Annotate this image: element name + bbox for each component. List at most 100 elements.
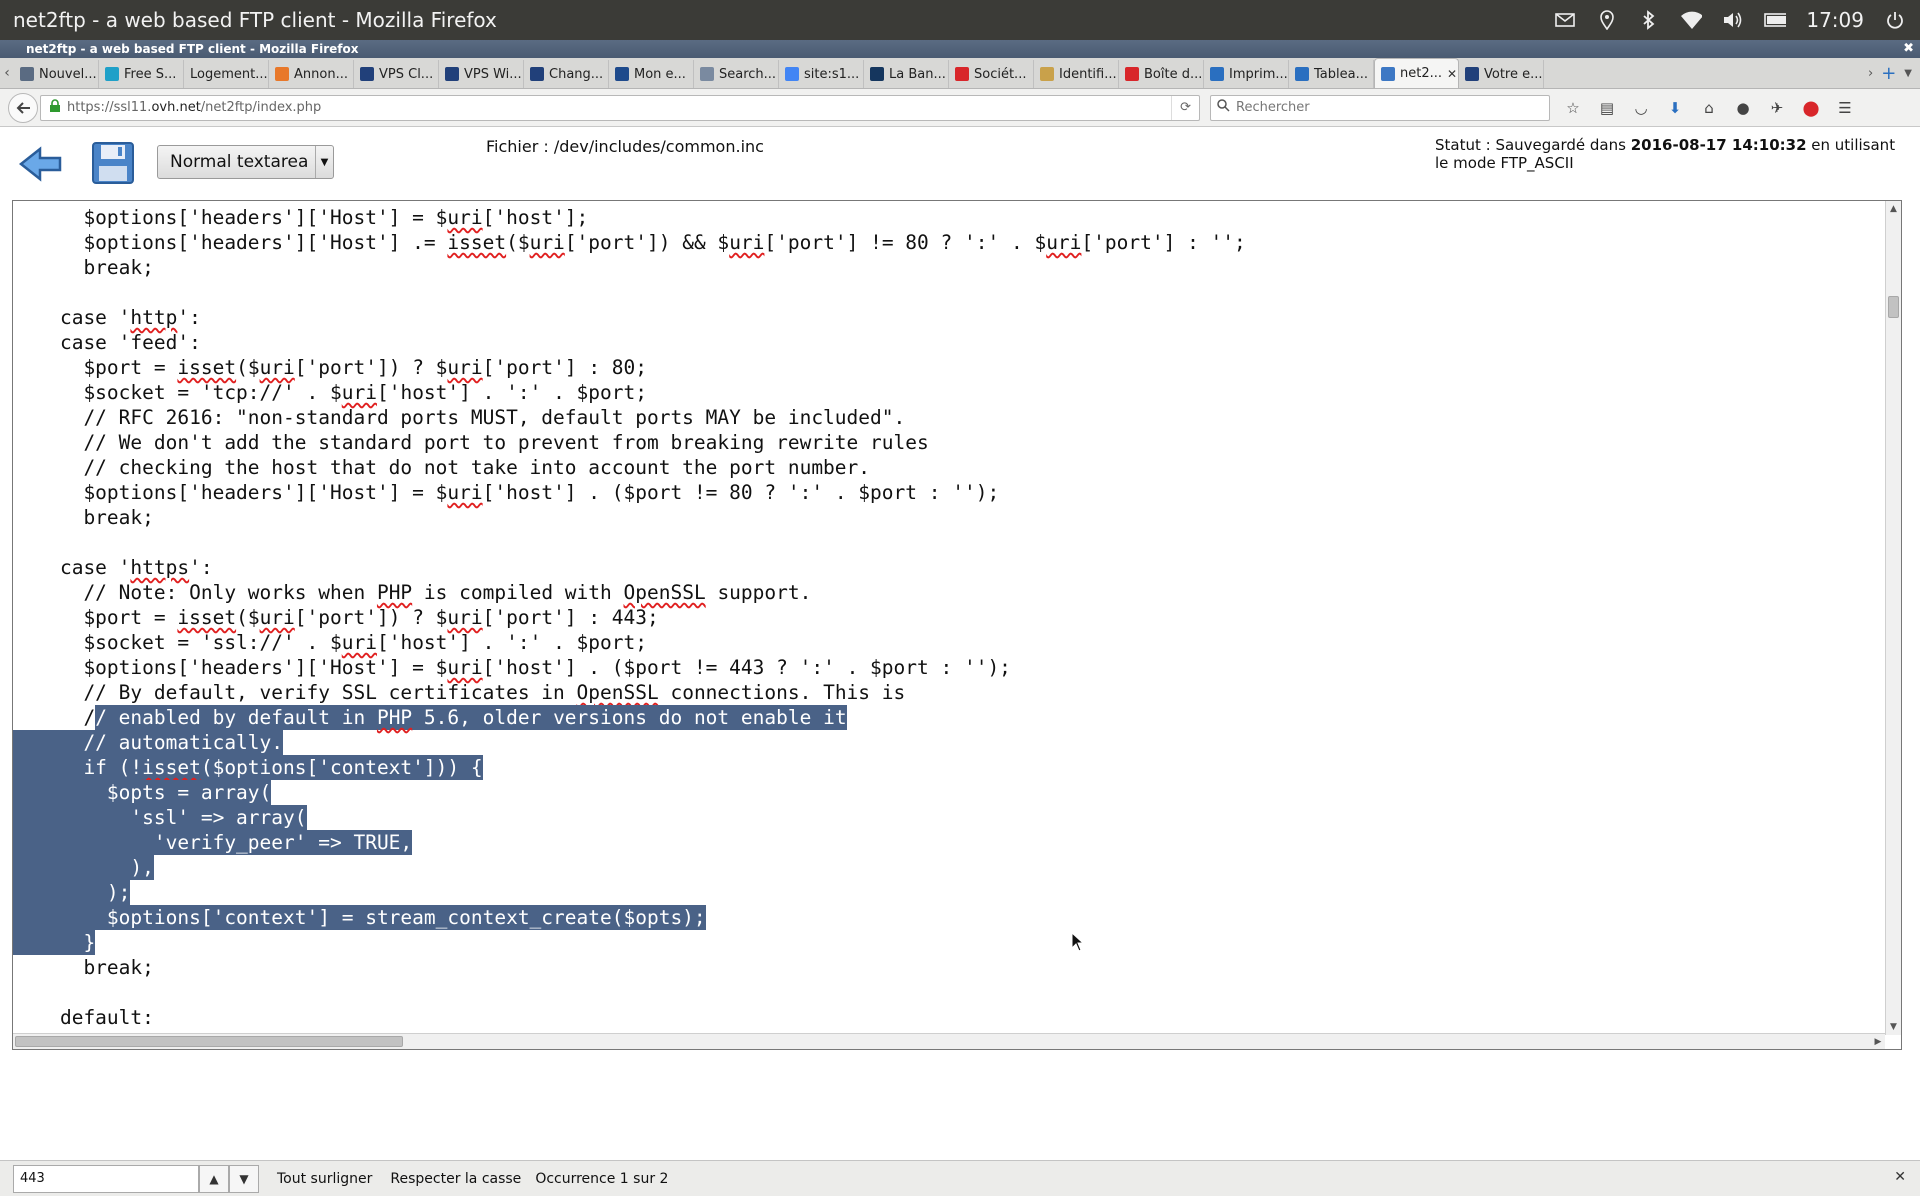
- firefox-title-strip: net2ftp - a web based FTP client - Mozil…: [0, 40, 1920, 58]
- menu-icon[interactable]: ☰: [1836, 99, 1854, 117]
- scroll-right-icon[interactable]: ▶: [1871, 1034, 1885, 1049]
- bank-icon: [615, 67, 629, 81]
- home-icon[interactable]: ⌂: [1700, 99, 1718, 117]
- print-icon: [1210, 67, 1224, 81]
- tab-10[interactable]: La Ban...: [864, 60, 949, 88]
- ovh-icon: [360, 67, 374, 81]
- wifi-icon[interactable]: [1680, 9, 1703, 31]
- adblock-icon[interactable]: ⬤: [1802, 99, 1820, 117]
- tab-label: Free S...: [124, 66, 177, 82]
- tab-8[interactable]: Search...: [694, 60, 779, 88]
- find-previous-button[interactable]: ▲: [199, 1164, 229, 1193]
- search-placeholder: Rechercher: [1236, 100, 1310, 115]
- file-path-label: Fichier : /dev/includes/common.inc: [486, 137, 764, 156]
- tab-11[interactable]: Sociét...: [949, 60, 1034, 88]
- find-input[interactable]: 443: [13, 1164, 199, 1193]
- tab-4[interactable]: VPS Cl...: [354, 60, 439, 88]
- url-bar[interactable]: https://ssl11.ovh.net/net2ftp/index.php …: [40, 94, 1200, 121]
- tab-7[interactable]: Mon e...: [609, 60, 694, 88]
- tab-2[interactable]: Logement...: [184, 60, 269, 88]
- tab-label: net2...: [1400, 66, 1443, 81]
- tab-scroll-left-icon[interactable]: ‹: [0, 58, 14, 88]
- volume-icon[interactable]: [1722, 9, 1744, 31]
- tab-0[interactable]: Nouvel...: [14, 60, 99, 88]
- code-line: );: [13, 880, 1883, 905]
- battery-icon[interactable]: [1764, 9, 1787, 31]
- close-icon[interactable]: ✕: [1894, 1169, 1906, 1185]
- horizontal-scrollbar[interactable]: ▶: [13, 1033, 1885, 1049]
- location-icon[interactable]: [1596, 9, 1618, 31]
- la-banque-icon: [870, 67, 884, 81]
- find-next-button[interactable]: ▼: [229, 1164, 259, 1193]
- code-line: // RFC 2616: "non-standard ports MUST, d…: [13, 406, 906, 429]
- tab-17[interactable]: Votre e...: [1459, 60, 1544, 88]
- tab-9[interactable]: site:s1...: [779, 60, 864, 88]
- save-floppy-icon[interactable]: [91, 141, 135, 185]
- selected-text: );: [13, 880, 131, 905]
- tab-1[interactable]: Free S...: [99, 60, 184, 88]
- code-line: $socket = 'tcp://' . $uri['host'] . ':' …: [13, 381, 647, 404]
- clock[interactable]: 17:09: [1806, 8, 1864, 32]
- code-line: // Note: Only works when PHP is compiled…: [13, 581, 812, 604]
- net2ftp-icon: [1381, 66, 1395, 81]
- tab-14[interactable]: Imprim...: [1204, 60, 1289, 88]
- selected-text: // automatically.: [13, 730, 284, 755]
- tab-scroll-right-icon[interactable]: ›: [1868, 66, 1873, 81]
- code-line: // By default, verify SSL certificates i…: [13, 681, 906, 704]
- tab-5[interactable]: VPS Wi...: [439, 60, 524, 88]
- download-icon[interactable]: ⬇: [1666, 99, 1684, 117]
- code-line: // We don't add the standard port to pre…: [13, 431, 929, 454]
- selected-text: if (!isset($options['context'])) {: [13, 755, 483, 780]
- scroll-down-icon[interactable]: ▼: [1886, 1019, 1901, 1035]
- code-line: case 'feed':: [13, 331, 201, 354]
- bluetooth-icon[interactable]: [1638, 9, 1660, 31]
- url-text: https://ssl11.ovh.net/net2ftp/index.php: [67, 100, 322, 115]
- new-tab-icon[interactable]: +: [1881, 63, 1896, 84]
- ovh-icon: [1295, 67, 1309, 81]
- tab-3[interactable]: Annon...: [269, 60, 354, 88]
- code-line: $port = isset($uri['port']) ? $uri['port…: [13, 356, 648, 379]
- tab-label: Mon e...: [634, 66, 686, 82]
- pocket-icon[interactable]: ◡: [1632, 99, 1650, 117]
- back-arrow-icon[interactable]: [18, 141, 64, 187]
- power-icon[interactable]: [1884, 9, 1906, 31]
- tab-list-chevron-down-icon[interactable]: ▼: [1904, 68, 1912, 79]
- tab-label: Nouvel...: [39, 66, 97, 82]
- mail-icon[interactable]: [1554, 9, 1576, 31]
- reload-icon[interactable]: ⟳: [1171, 95, 1199, 120]
- editor-mode-select[interactable]: Normal textarea ▼: [157, 145, 334, 179]
- reading-list-icon[interactable]: ▤: [1598, 99, 1616, 117]
- chat-icon[interactable]: ●: [1734, 99, 1752, 117]
- vertical-scrollbar[interactable]: ▲ ▼: [1885, 201, 1901, 1035]
- tab-12[interactable]: Identifi...: [1034, 60, 1119, 88]
- scroll-up-icon[interactable]: ▲: [1886, 201, 1901, 217]
- highlight-all-button[interactable]: Tout surligner: [277, 1171, 372, 1187]
- gmail-icon: [1125, 67, 1139, 81]
- vertical-scroll-thumb[interactable]: [1888, 296, 1899, 318]
- back-button[interactable]: [8, 92, 38, 123]
- tab-16[interactable]: net2... ✕: [1374, 58, 1459, 88]
- id-icon: [1040, 67, 1054, 81]
- close-icon[interactable]: ✖: [1903, 40, 1914, 58]
- tab-label: Annon...: [294, 66, 348, 82]
- tab-label: Votre e...: [1484, 66, 1543, 82]
- horizontal-scroll-thumb[interactable]: [15, 1036, 403, 1047]
- tab-6[interactable]: Chang...: [524, 60, 609, 88]
- tab-close-icon[interactable]: ✕: [1447, 67, 1457, 81]
- tab-strip: ‹ Nouvel... Free S... Logement... Annon... V…: [0, 58, 1920, 89]
- code-line: }: [13, 930, 1883, 955]
- match-case-button[interactable]: Respecter la casse: [390, 1171, 521, 1187]
- bookmark-star-icon[interactable]: ☆: [1564, 99, 1582, 117]
- code-line: default:: [13, 1006, 154, 1029]
- code-editor-textarea[interactable]: $options['headers']['Host'] = $uri['host…: [12, 200, 1902, 1050]
- code-line: if (!isset($options['context'])) {: [13, 755, 1883, 780]
- tab-15[interactable]: Tablea...: [1289, 60, 1374, 88]
- search-bar[interactable]: Rechercher: [1210, 94, 1550, 121]
- tab-label: Chang...: [549, 66, 604, 82]
- code-line: 'verify_peer' => TRUE,: [13, 830, 1883, 855]
- extension-icon[interactable]: ✈: [1768, 99, 1786, 117]
- os-top-bar: net2ftp - a web based FTP client - Mozil…: [0, 0, 1920, 40]
- code-line: $opts = array(: [13, 780, 1883, 805]
- tab-13[interactable]: Boîte d...: [1119, 60, 1204, 88]
